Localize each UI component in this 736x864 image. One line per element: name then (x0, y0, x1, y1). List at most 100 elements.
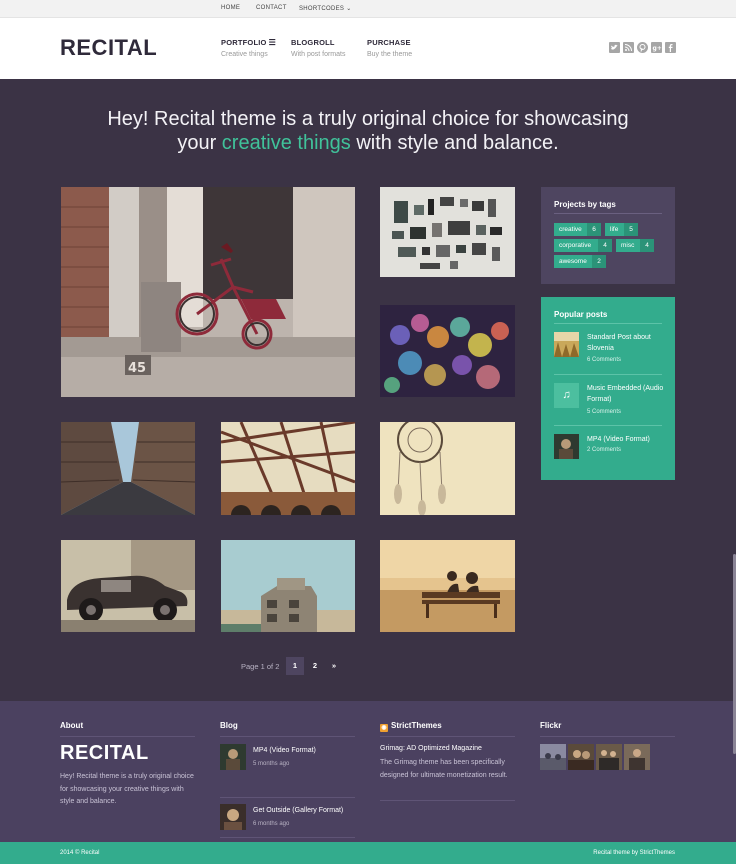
rss-icon[interactable] (623, 42, 634, 53)
popular-post-mp4[interactable]: MP4 (Video Format) 2 Comments (554, 434, 662, 462)
gallery-item-tricycle[interactable]: 45 (61, 187, 355, 397)
footer-about-title: About (60, 721, 84, 730)
vintage-car-image (61, 540, 195, 632)
post-thumbnail (554, 332, 579, 357)
nav-item-blogroll[interactable]: BLOGROLL With post formats (291, 38, 345, 58)
hero-tagline: Hey! Recital theme is a truly original c… (60, 107, 676, 155)
footer-flickr: Flickr (540, 721, 675, 770)
nav-item-portfolio[interactable]: PORTFOLIO ☰ Creative things (221, 38, 276, 58)
posts-widget-title: Popular posts (554, 310, 608, 319)
dreamcatcher-image (380, 422, 515, 515)
footer-post-divider (220, 837, 355, 838)
facebook-icon[interactable] (665, 42, 676, 53)
tag-count: 2 (592, 255, 606, 268)
footer-divider (540, 736, 675, 737)
popular-post-audio[interactable]: ♫ Music Embedded (Audio Format) 5 Commen… (554, 383, 663, 419)
tag-corporative[interactable]: corporative 4 (554, 239, 612, 252)
popular-posts-widget: Popular posts Standard Post about Sloven… (541, 297, 675, 480)
footer-blog-post[interactable]: MP4 (Video Format) 5 months ago (220, 744, 355, 774)
flickr-thumbnail[interactable] (540, 744, 566, 770)
popular-post-comments[interactable]: 5 Comments (587, 409, 621, 415)
flickr-thumbnail[interactable] (568, 744, 594, 770)
nav-blogroll-title: BLOGROLL (291, 38, 335, 47)
next-page-button[interactable]: » (325, 657, 343, 675)
pinterest-icon[interactable] (637, 42, 648, 53)
music-note-icon: ♫ (554, 383, 579, 408)
footer-about: About RECITAL Hey! Recital theme is a tr… (60, 721, 195, 805)
page-2-button[interactable]: 2 (306, 657, 324, 675)
footer-strictthemes-title: StrictThemes (391, 721, 442, 730)
gallery-item-dreamcatcher[interactable] (380, 422, 515, 515)
top-nav-contact[interactable]: CONTACT (256, 5, 287, 11)
footer-divider (220, 736, 355, 737)
gallery-item-street[interactable] (61, 422, 195, 515)
hero-line-2: your creative things with style and bala… (177, 132, 559, 154)
footer-flickr-title: Flickr (540, 721, 562, 730)
flickr-thumbnail[interactable] (596, 744, 622, 770)
gallery-item-gadgets[interactable] (380, 187, 515, 277)
popular-post-title[interactable]: Standard Post about Slovenia (587, 332, 667, 354)
footer-post-thumbnail (220, 804, 246, 830)
gallery-item-bokeh[interactable] (380, 305, 515, 397)
twitter-icon[interactable] (609, 42, 620, 53)
tag-count: 4 (640, 239, 654, 252)
tags-widget-title: Projects by tags (554, 200, 616, 209)
footer-about-text: Hey! Recital theme is a truly original c… (60, 773, 194, 805)
footer-blog-title: Blog (220, 721, 238, 730)
footer-blog-post[interactable]: Get Outside (Gallery Format) 6 months ag… (220, 804, 355, 834)
footer-divider (60, 736, 195, 737)
tag-creative[interactable]: creative 6 (554, 223, 601, 236)
theme-credit-link[interactable]: Recital theme by StrictThemes (593, 850, 675, 856)
posts-widget-divider (554, 323, 662, 324)
rss-icon: ◉ (380, 724, 388, 732)
googleplus-icon[interactable]: g+ (651, 42, 662, 53)
footer-strictthemes: ◉ StrictThemes Grimag: AD Optimized Magaz… (380, 721, 515, 801)
site-logo[interactable]: RECITAL (60, 35, 157, 61)
popular-post-comments[interactable]: 2 Comments (587, 447, 621, 453)
footer-blog: Blog MP4 (Video Format) 5 months ago Get… (220, 721, 355, 838)
bridge-image (221, 422, 355, 515)
tag-misc[interactable]: misc 4 (616, 239, 654, 252)
footer-feed-post-title[interactable]: Grimag: AD Optimized Magazine (380, 745, 482, 752)
footer-post-title[interactable]: Get Outside (Gallery Format) (253, 807, 343, 814)
svg-text:45: 45 (128, 361, 146, 376)
popular-post-title[interactable]: Music Embedded (Audio Format) (587, 383, 667, 405)
nav-blogroll-subtitle: With post formats (291, 51, 346, 58)
couple-bench-image (380, 540, 515, 632)
tags-widget-divider (554, 213, 662, 214)
post-thumbnail (554, 434, 579, 459)
footer-post-divider (380, 800, 515, 801)
svg-text:g+: g+ (653, 45, 662, 52)
tag-count: 6 (587, 223, 601, 236)
nav-item-purchase[interactable]: PURCHASE Buy the theme (367, 38, 412, 58)
menu-icon: ☰ (268, 38, 276, 47)
footer-logo[interactable]: RECITAL (60, 742, 149, 765)
footer-post-date: 6 months ago (253, 821, 290, 827)
nav-purchase-title: PURCHASE (367, 38, 411, 47)
copyright-text: 2014 © Recital (60, 850, 100, 856)
tag-count: 4 (598, 239, 612, 252)
top-bar: HOME CONTACT SHORTCODES ⌄ (0, 0, 736, 18)
tag-life[interactable]: life 5 (605, 223, 638, 236)
hero-accent[interactable]: creative things (222, 132, 351, 154)
projects-by-tags-widget: Projects by tags creative 6 life 5 corpora… (541, 187, 675, 284)
nav-purchase-subtitle: Buy the theme (367, 51, 413, 58)
page-1-button[interactable]: 1 (286, 657, 304, 675)
footer-post-title[interactable]: MP4 (Video Format) (253, 747, 316, 754)
popular-post-title[interactable]: MP4 (Video Format) (587, 434, 667, 445)
tag-awesome[interactable]: awesome 2 (554, 255, 606, 268)
bokeh-image (380, 305, 515, 397)
top-nav-home[interactable]: HOME (221, 5, 240, 11)
footer-post-thumbnail (220, 744, 246, 770)
gallery-item-bench[interactable] (380, 540, 515, 632)
gallery-item-bridge[interactable] (221, 422, 355, 515)
gallery-item-car[interactable] (61, 540, 195, 632)
gallery-item-building[interactable] (221, 540, 355, 632)
top-nav-shortcodes[interactable]: SHORTCODES ⌄ (299, 5, 352, 12)
tag-count: 5 (624, 223, 638, 236)
popular-post-comments[interactable]: 6 Comments (587, 357, 621, 363)
gadgets-image (380, 187, 515, 277)
nav-portfolio-subtitle: Creative things (221, 51, 268, 58)
popular-post-slovenia[interactable]: Standard Post about Slovenia 6 Comments (554, 332, 662, 368)
flickr-thumbnail[interactable] (624, 744, 650, 770)
